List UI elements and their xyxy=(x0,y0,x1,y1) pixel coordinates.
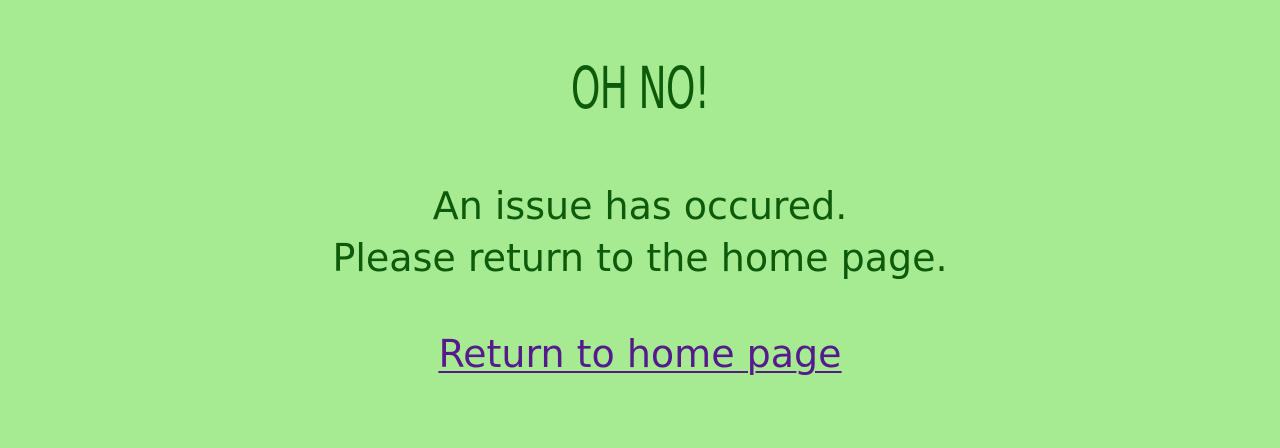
error-message: An issue has occured. Please return to t… xyxy=(0,180,1280,284)
page-title: OH NO! xyxy=(570,54,710,122)
error-message-line-2: Please return to the home page. xyxy=(332,236,948,280)
home-link-container: Return to home page xyxy=(0,326,1280,382)
error-message-line-1: An issue has occured. xyxy=(432,184,848,228)
error-page: OH NO! An issue has occured. Please retu… xyxy=(0,0,1280,448)
return-home-link[interactable]: Return to home page xyxy=(438,332,841,376)
